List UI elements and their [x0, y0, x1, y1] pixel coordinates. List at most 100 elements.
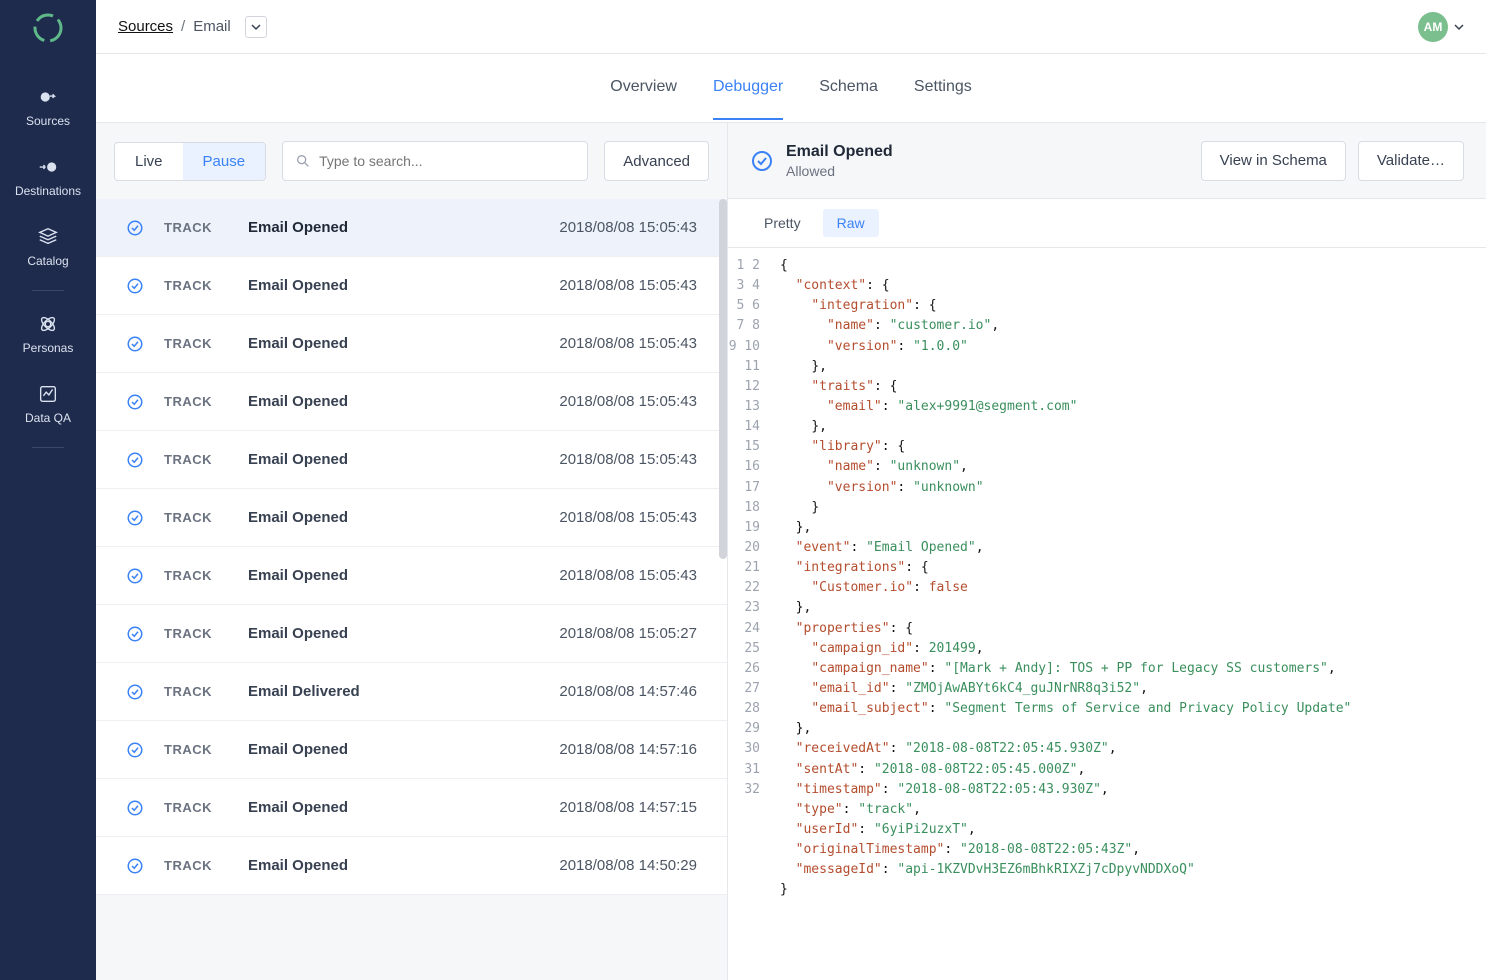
- check-circle-icon: [750, 149, 774, 173]
- breadcrumb-current: Email: [193, 18, 231, 35]
- tab-schema[interactable]: Schema: [819, 56, 878, 120]
- event-time: 2018/08/08 15:05:43: [559, 451, 697, 468]
- app-logo: [32, 12, 64, 44]
- nav-sources[interactable]: Sources: [0, 72, 96, 142]
- event-row[interactable]: TRACK Email Opened 2018/08/08 15:05:27: [96, 605, 727, 663]
- detail-subtitle: Allowed: [786, 163, 1189, 179]
- user-menu[interactable]: AM: [1418, 12, 1464, 42]
- search-icon: [295, 153, 311, 169]
- breadcrumb-root[interactable]: Sources: [118, 18, 173, 35]
- scrollbar[interactable]: [719, 199, 727, 559]
- event-row[interactable]: TRACKEmail Opened2018/08/08 15:05:43: [96, 373, 727, 431]
- code-content: { "context": { "integration": { "name": …: [768, 248, 1486, 980]
- tab-debugger[interactable]: Debugger: [713, 56, 783, 120]
- event-time: 2018/08/08 15:05:43: [559, 277, 697, 294]
- chevron-down-icon: [1454, 22, 1464, 32]
- event-row[interactable]: TRACK Email Delivered 2018/08/08 14:57:46: [96, 663, 727, 721]
- nav-label: Destinations: [15, 184, 81, 198]
- breadcrumb: Sources / Email: [118, 16, 267, 38]
- event-row[interactable]: TRACK Email Opened 2018/08/08 15:05:43: [96, 199, 727, 257]
- line-gutter: 1 2 3 4 5 6 7 8 9 10 11 12 13 14 15 16 1…: [728, 248, 768, 980]
- validate-button[interactable]: Validate…: [1358, 141, 1464, 181]
- advanced-button[interactable]: Advanced: [604, 141, 709, 181]
- event-name: Email Delivered: [248, 683, 539, 700]
- nav-label: Catalog: [27, 254, 68, 268]
- check-circle-icon: [126, 277, 144, 295]
- code-viewer[interactable]: 1 2 3 4 5 6 7 8 9 10 11 12 13 14 15 16 1…: [728, 247, 1486, 980]
- event-row[interactable]: TRACKEmail Opened2018/08/08 15:05:43: [96, 315, 727, 373]
- event-name: Email Opened: [248, 799, 539, 816]
- event-type: TRACK: [164, 220, 228, 235]
- event-name: Email Opened: [248, 857, 539, 874]
- event-name: Email Opened: [248, 451, 539, 468]
- event-time: 2018/08/08 15:05:43: [559, 567, 697, 584]
- event-name: Email Opened: [248, 741, 539, 758]
- event-name: Email Opened: [248, 625, 539, 642]
- event-row[interactable]: TRACKEmail Opened2018/08/08 14:57:15: [96, 779, 727, 837]
- breadcrumb-dropdown[interactable]: [245, 16, 267, 38]
- live-button[interactable]: Live: [115, 143, 183, 180]
- topbar: Sources / Email AM: [96, 0, 1486, 54]
- nav-separator: [32, 447, 64, 448]
- nav-data-qa[interactable]: Data QA: [0, 369, 96, 439]
- check-circle-icon: [126, 509, 144, 527]
- nav-sidebar: Sources Destinations Catalog Personas Da…: [0, 0, 96, 980]
- event-row[interactable]: TRACK Email Opened 2018/08/08 15:05:43: [96, 431, 727, 489]
- chevron-down-icon: [251, 22, 261, 32]
- event-type: TRACK: [164, 568, 228, 583]
- check-circle-icon: [126, 799, 144, 817]
- nav-personas[interactable]: Personas: [0, 299, 96, 369]
- nav-destinations[interactable]: Destinations: [0, 142, 96, 212]
- check-circle-icon: [126, 335, 144, 353]
- tab-settings[interactable]: Settings: [914, 56, 972, 120]
- check-circle-icon: [126, 451, 144, 469]
- pause-button[interactable]: Pause: [183, 143, 266, 180]
- event-row[interactable]: TRACK Email Opened 2018/08/08 15:05:43: [96, 489, 727, 547]
- nav-catalog[interactable]: Catalog: [0, 212, 96, 282]
- event-name: Email Opened: [248, 277, 539, 294]
- detail-header: Email Opened Allowed View in Schema Vali…: [728, 123, 1486, 199]
- events-toolbar: Live Pause Advanced: [96, 123, 727, 199]
- event-row[interactable]: TRACK Email Opened 2018/08/08 15:05:43: [96, 547, 727, 605]
- nav-label: Sources: [26, 114, 70, 128]
- event-name: Email Opened: [248, 567, 539, 584]
- event-row[interactable]: TRACK Email Opened 2018/08/08 15:05:43: [96, 257, 727, 315]
- event-row[interactable]: TRACKEmail Opened2018/08/08 14:50:29: [96, 837, 727, 895]
- pretty-tab[interactable]: Pretty: [750, 209, 815, 237]
- event-type: TRACK: [164, 452, 228, 467]
- event-time: 2018/08/08 15:05:43: [559, 509, 697, 526]
- nav-label: Data QA: [25, 411, 71, 425]
- breadcrumb-separator: /: [181, 18, 185, 35]
- event-type: TRACK: [164, 858, 228, 873]
- event-time: 2018/08/08 14:57:46: [559, 683, 697, 700]
- detail-pane: Email Opened Allowed View in Schema Vali…: [728, 123, 1486, 980]
- event-row[interactable]: TRACK Email Opened 2018/08/08 14:57:16: [96, 721, 727, 779]
- tab-overview[interactable]: Overview: [610, 56, 677, 120]
- events-pane: Live Pause Advanced TRACKEmail Opened201…: [96, 123, 728, 980]
- event-name: Email Opened: [248, 393, 539, 410]
- event-name: Email Opened: [248, 509, 539, 526]
- check-circle-icon: [126, 567, 144, 585]
- event-type: TRACK: [164, 510, 228, 525]
- page-tabs: Overview Debugger Schema Settings: [96, 54, 1486, 122]
- raw-tab[interactable]: Raw: [823, 209, 879, 237]
- event-time: 2018/08/08 15:05:43: [559, 335, 697, 352]
- event-time: 2018/08/08 15:05:43: [559, 219, 697, 236]
- event-list[interactable]: TRACK Email Opened 2018/08/08 15:05:43 TRAC…: [96, 199, 727, 980]
- event-type: TRACK: [164, 278, 228, 293]
- check-circle-icon: [126, 741, 144, 759]
- event-time: 2018/08/08 14:57:16: [559, 741, 697, 758]
- payload-view-tabs: Pretty Raw: [728, 199, 1486, 247]
- search-input[interactable]: [319, 153, 575, 169]
- check-circle-icon: [126, 219, 144, 237]
- nav-separator: [32, 290, 64, 291]
- check-circle-icon: [126, 393, 144, 411]
- event-name: Email Opened: [248, 219, 539, 236]
- event-type: TRACK: [164, 626, 228, 641]
- search-box[interactable]: [282, 141, 588, 181]
- event-type: TRACK: [164, 742, 228, 757]
- view-in-schema-button[interactable]: View in Schema: [1201, 141, 1346, 181]
- event-type: TRACK: [164, 684, 228, 699]
- event-time: 2018/08/08 15:05:27: [559, 625, 697, 642]
- event-time: 2018/08/08 15:05:43: [559, 393, 697, 410]
